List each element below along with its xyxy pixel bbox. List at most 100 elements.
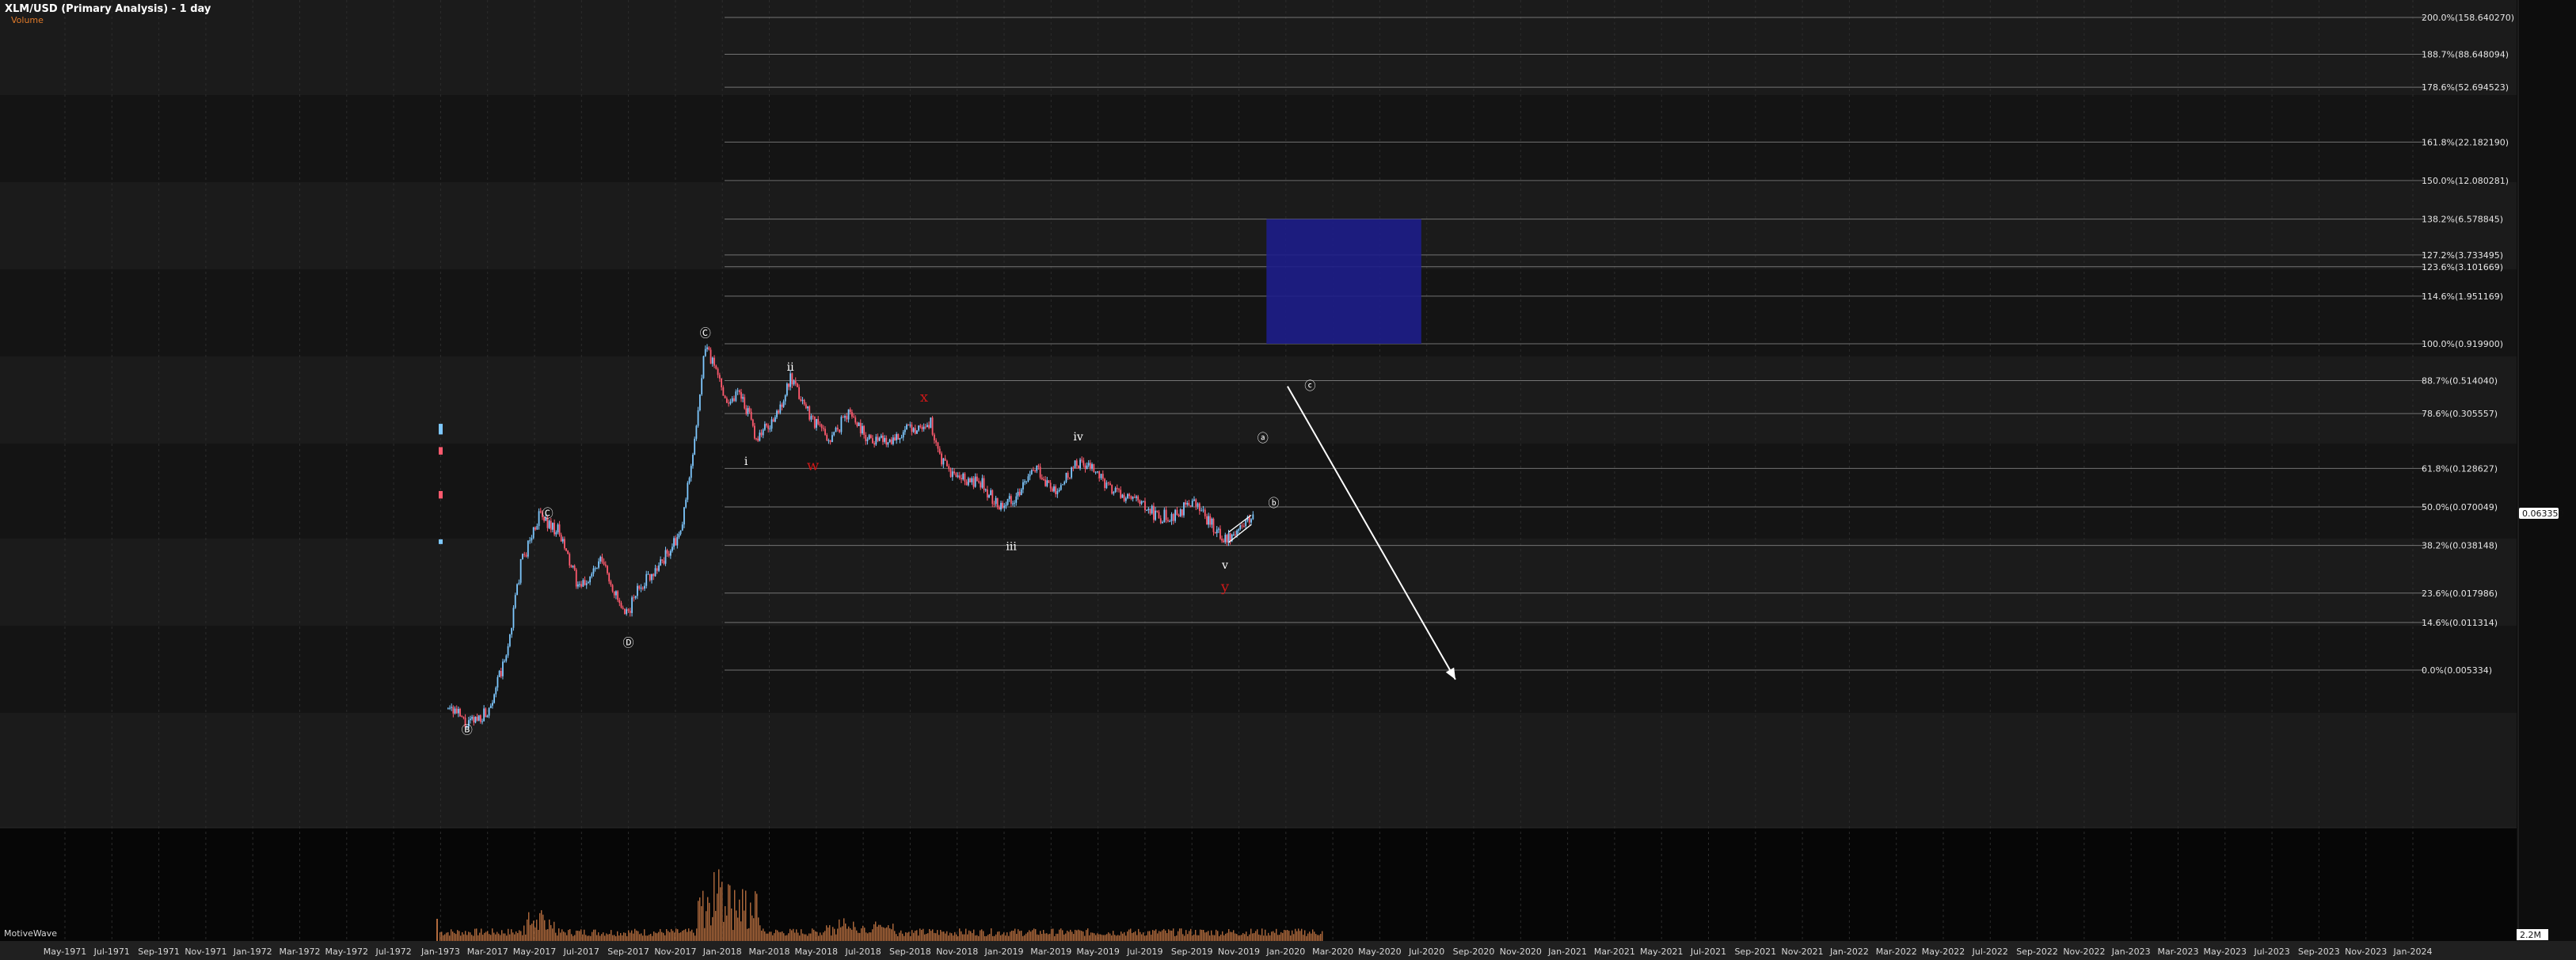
x-tick-label: Nov-2023 xyxy=(2345,947,2387,957)
candle-body xyxy=(914,428,916,434)
candle-body xyxy=(644,585,645,589)
candle-body xyxy=(791,373,793,385)
candle-body xyxy=(478,715,480,721)
candle-body xyxy=(996,497,999,508)
x-tick-label: Nov-2022 xyxy=(2063,947,2105,957)
candle-body xyxy=(473,717,475,723)
candle-body xyxy=(1169,520,1171,522)
volume-bar xyxy=(734,890,736,941)
background-band xyxy=(0,0,2517,95)
chart-svg[interactable]: May-1971 Jul-1971 Sep-1971 Nov-1971 Jan-1972… xyxy=(0,0,2576,960)
candle-body xyxy=(957,475,959,478)
volume-bar xyxy=(577,931,579,941)
x-tick-label: Nov-2019 xyxy=(1218,947,1260,957)
chart-root[interactable]: May-1971 Jul-1971 Sep-1971 Nov-1971 Jan-1972… xyxy=(0,0,2576,960)
candle-body xyxy=(995,497,997,505)
candle-body xyxy=(1029,474,1031,477)
volume-bar xyxy=(788,933,790,941)
candle-body xyxy=(498,671,500,677)
volume-bar xyxy=(590,935,592,941)
volume-bar xyxy=(916,930,918,941)
candle-body xyxy=(1200,510,1203,512)
volume-bar xyxy=(1057,933,1059,941)
candle-body xyxy=(1214,531,1216,534)
volume-bar xyxy=(1128,929,1130,941)
volume-bar xyxy=(951,933,953,941)
candle-body xyxy=(653,573,655,577)
volume-bar xyxy=(514,934,516,941)
volume-bar xyxy=(447,931,449,941)
candle-body xyxy=(858,422,860,426)
volume-bar xyxy=(1163,928,1165,941)
volume-bar xyxy=(691,929,693,941)
volume-bar xyxy=(1285,930,1287,941)
volume-bar xyxy=(598,932,599,941)
candle-body xyxy=(912,428,915,432)
volume-bar xyxy=(921,930,923,941)
volume-bar xyxy=(894,931,896,941)
candle-body xyxy=(1139,500,1141,505)
candle-body xyxy=(951,471,953,478)
volume-bar xyxy=(636,930,637,941)
volume-bar xyxy=(707,897,709,941)
candle-body xyxy=(760,432,763,436)
volume-bar xyxy=(807,935,809,941)
fib-label: 138.2%(6.578845) xyxy=(2422,215,2503,225)
volume-bar xyxy=(1166,933,1168,941)
candle-body xyxy=(471,717,474,719)
candle-body xyxy=(669,550,672,556)
volume-bar xyxy=(856,930,858,941)
x-tick-label: Jan-1972 xyxy=(233,947,272,957)
candle-body xyxy=(836,427,839,430)
candle-body xyxy=(451,707,453,708)
x-tick-label: Mar-2023 xyxy=(2157,947,2198,957)
volume-bar xyxy=(889,928,891,941)
x-tick-label: Jul-2018 xyxy=(844,947,881,957)
candle-body xyxy=(638,585,641,589)
candle-body xyxy=(527,540,529,557)
candle-body xyxy=(565,548,567,551)
volume-bar xyxy=(1179,928,1181,941)
volume-bar xyxy=(650,933,652,941)
volume-bar xyxy=(1103,935,1105,941)
candle-body xyxy=(688,478,691,483)
candle-body xyxy=(786,383,788,396)
volume-bar xyxy=(1032,930,1033,941)
candle-body xyxy=(1118,489,1120,490)
volume-bar xyxy=(1279,935,1280,941)
candle-body xyxy=(1113,492,1115,494)
x-tick-label: Jul-1972 xyxy=(375,947,411,957)
fib-label: 23.6%(0.017986) xyxy=(2422,589,2498,599)
candle-body xyxy=(539,511,542,512)
candle-body xyxy=(863,425,865,435)
candle-body xyxy=(1051,488,1053,492)
candle-body xyxy=(1111,485,1113,494)
volume-bar xyxy=(1320,934,1322,941)
wave-label: ⓑ xyxy=(1268,497,1279,510)
volume-bar xyxy=(837,928,839,941)
wave-label: Ⓒ xyxy=(700,328,711,341)
volume-bar xyxy=(446,932,447,941)
volume-bar xyxy=(485,931,487,941)
volume-bar xyxy=(1222,931,1223,941)
candle-body xyxy=(1193,499,1195,501)
candle-body xyxy=(1071,467,1072,478)
wave-label: Ⓒ xyxy=(542,508,554,520)
volume-bar xyxy=(891,929,892,941)
volume-bar xyxy=(530,924,531,941)
candle-body xyxy=(573,566,576,570)
candle-body xyxy=(751,419,754,426)
candle-body xyxy=(859,422,862,434)
volume-bar xyxy=(769,931,771,941)
volume-bar xyxy=(1171,930,1173,941)
candle-body xyxy=(990,490,992,496)
background-band xyxy=(0,356,2517,444)
volume-bar xyxy=(658,931,660,941)
candle-body xyxy=(1044,479,1047,486)
volume-bar xyxy=(693,932,694,941)
candle-body xyxy=(704,349,706,356)
volume-bar xyxy=(1220,934,1222,941)
candle-body xyxy=(1097,471,1098,473)
volume-bar xyxy=(1021,930,1022,941)
volume-bar xyxy=(473,935,474,941)
